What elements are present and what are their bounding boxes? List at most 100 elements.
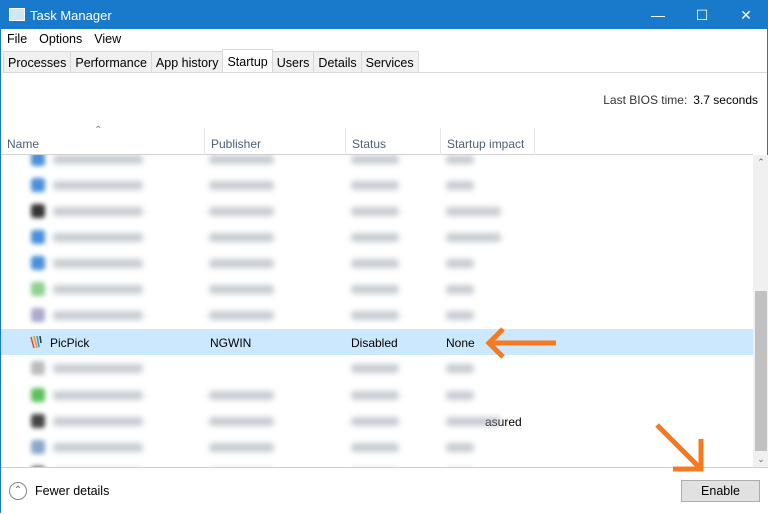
fewer-details-label: Fewer details bbox=[35, 484, 110, 498]
obscured-text bbox=[446, 233, 501, 242]
app-icon bbox=[31, 414, 45, 428]
maximize-button[interactable]: ☐ bbox=[679, 1, 725, 29]
obscured-text bbox=[209, 311, 274, 320]
obscured-text bbox=[351, 285, 399, 294]
obscured-text bbox=[351, 155, 399, 164]
tab-app-history[interactable]: App history bbox=[150, 51, 224, 72]
obscured-text bbox=[53, 233, 143, 242]
scroll-up-icon[interactable]: ⌃ bbox=[753, 157, 768, 168]
obscured-text bbox=[446, 259, 474, 268]
chevron-up-icon: ⌃ bbox=[9, 482, 27, 500]
window-title: Task Manager bbox=[30, 8, 112, 23]
column-name[interactable]: Name bbox=[1, 128, 205, 155]
obscured-text bbox=[53, 364, 143, 373]
obscured-text bbox=[53, 155, 143, 164]
obscured-text bbox=[351, 391, 399, 400]
obscured-text bbox=[446, 311, 474, 320]
obscured-text bbox=[53, 207, 143, 216]
table-row-obscured[interactable] bbox=[1, 172, 753, 198]
table-row-obscured[interactable] bbox=[1, 155, 753, 172]
app-icon bbox=[31, 204, 45, 218]
task-manager-icon bbox=[9, 8, 25, 21]
startup-list: PicPick NGWIN Disabled None asured bbox=[1, 155, 753, 467]
minimize-button[interactable]: — bbox=[635, 1, 681, 29]
last-bios-time: Last BIOS time: 3.7 seconds bbox=[603, 93, 758, 107]
row-impact: None bbox=[446, 336, 475, 350]
tab-details[interactable]: Details bbox=[313, 51, 362, 72]
obscured-text bbox=[209, 233, 274, 242]
obscured-text bbox=[209, 259, 274, 268]
table-row-obscured[interactable] bbox=[1, 302, 753, 328]
obscured-text bbox=[53, 443, 143, 452]
tab-startup[interactable]: Startup bbox=[222, 49, 273, 72]
tab-services[interactable]: Services bbox=[360, 51, 419, 72]
obscured-text bbox=[446, 155, 474, 164]
obscured-text bbox=[351, 443, 399, 452]
enable-button[interactable]: Enable bbox=[681, 480, 760, 502]
column-startup-impact[interactable]: Startup impact bbox=[441, 128, 535, 155]
row-name: PicPick bbox=[50, 336, 90, 350]
table-row-obscured[interactable] bbox=[1, 434, 753, 460]
obscured-text bbox=[209, 443, 274, 452]
bios-label: Last BIOS time: bbox=[603, 93, 688, 107]
table-row-obscured[interactable] bbox=[1, 198, 753, 224]
row-publisher: NGWIN bbox=[210, 336, 252, 350]
obscured-text bbox=[351, 417, 399, 426]
obscured-text bbox=[53, 417, 143, 426]
app-icon bbox=[31, 282, 45, 296]
close-button[interactable]: ✕ bbox=[723, 1, 768, 29]
footer: ⌃ Fewer details Enable bbox=[1, 467, 768, 514]
table-row-picpick[interactable]: PicPick NGWIN Disabled None bbox=[1, 329, 753, 355]
obscured-text bbox=[53, 391, 143, 400]
fewer-details-button[interactable]: ⌃ Fewer details bbox=[9, 482, 109, 500]
obscured-text bbox=[351, 311, 399, 320]
obscured-text bbox=[53, 285, 143, 294]
scrollbar-thumb[interactable] bbox=[755, 291, 767, 451]
menu-file[interactable]: File bbox=[1, 30, 33, 50]
app-icon bbox=[31, 256, 45, 270]
app-icon bbox=[31, 178, 45, 192]
scroll-down-icon[interactable]: ⌄ bbox=[753, 454, 768, 465]
table-row-obscured[interactable] bbox=[1, 382, 753, 408]
bios-value: 3.7 seconds bbox=[693, 93, 758, 107]
obscured-text bbox=[53, 181, 143, 190]
obscured-text bbox=[209, 155, 274, 164]
obscured-text bbox=[351, 181, 399, 190]
table-row-obscured[interactable] bbox=[1, 460, 753, 467]
obscured-text bbox=[209, 207, 274, 216]
obscured-text bbox=[446, 443, 474, 452]
obscured-text bbox=[351, 207, 399, 216]
title-bar: Task Manager — ☐ ✕ bbox=[1, 1, 768, 29]
obscured-text bbox=[209, 181, 274, 190]
vertical-scrollbar[interactable]: ⌃ ⌄ bbox=[753, 155, 768, 467]
obscured-text bbox=[446, 207, 501, 216]
column-header: ⌃ Name Publisher Status Startup impact bbox=[1, 125, 753, 155]
column-status[interactable]: Status bbox=[346, 128, 441, 155]
table-row-obscured[interactable] bbox=[1, 250, 753, 276]
obscured-text bbox=[446, 417, 501, 426]
column-publisher[interactable]: Publisher bbox=[205, 128, 346, 155]
tab-bar: Processes Performance App history Startu… bbox=[3, 49, 767, 73]
tab-performance[interactable]: Performance bbox=[70, 51, 152, 72]
obscured-text bbox=[446, 285, 474, 294]
obscured-text bbox=[446, 364, 474, 373]
menu-bar: File Options View bbox=[1, 30, 127, 50]
app-icon bbox=[31, 308, 45, 322]
tab-users[interactable]: Users bbox=[271, 51, 315, 72]
obscured-text bbox=[209, 285, 274, 294]
table-row-obscured[interactable] bbox=[1, 224, 753, 250]
app-icon bbox=[31, 361, 45, 375]
obscured-text bbox=[351, 233, 399, 242]
obscured-text bbox=[446, 181, 474, 190]
obscured-text bbox=[209, 391, 274, 400]
table-row-obscured[interactable] bbox=[1, 355, 753, 381]
tab-processes[interactable]: Processes bbox=[3, 51, 72, 72]
app-icon bbox=[31, 155, 45, 166]
table-row-obscured[interactable] bbox=[1, 408, 753, 434]
app-icon bbox=[31, 230, 45, 244]
menu-view[interactable]: View bbox=[88, 30, 127, 50]
picpick-icon bbox=[30, 335, 42, 349]
menu-options[interactable]: Options bbox=[33, 30, 88, 50]
obscured-text bbox=[53, 259, 143, 268]
table-row-obscured[interactable] bbox=[1, 276, 753, 302]
